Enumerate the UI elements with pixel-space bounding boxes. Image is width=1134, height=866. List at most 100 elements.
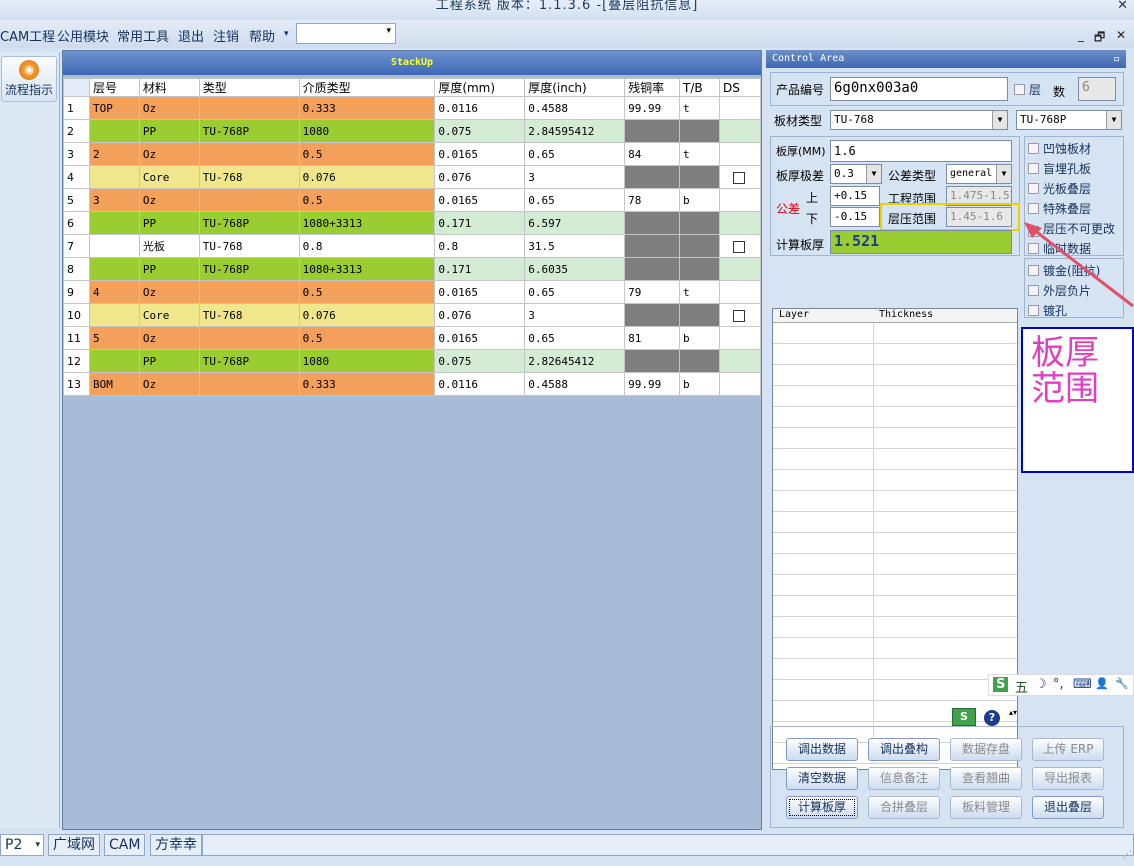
cell-ds[interactable] <box>718 326 762 350</box>
menu-help[interactable]: 帮助 <box>249 26 275 45</box>
cell-residual-copper[interactable]: 99.99 <box>624 96 681 120</box>
action-button-6[interactable]: 信息备注 <box>868 767 940 790</box>
row-number[interactable]: 4 <box>63 165 90 189</box>
cell-layer-no[interactable] <box>88 119 140 143</box>
cell-thickness-inch[interactable]: 2.84595412 <box>524 119 626 143</box>
cell-thickness-mm[interactable]: 0.076 <box>434 165 526 189</box>
cell-residual-copper[interactable] <box>624 234 681 258</box>
cell-top-bottom[interactable] <box>679 303 720 327</box>
layers-checkbox[interactable]: 层 <box>1014 81 1041 98</box>
cell-material[interactable]: Oz <box>138 326 200 350</box>
cell-top-bottom[interactable] <box>679 257 720 281</box>
layer-table-row[interactable] <box>773 470 1017 491</box>
cell-residual-copper[interactable]: 79 <box>624 280 681 304</box>
cell-top-bottom[interactable]: t <box>679 280 720 304</box>
layer-table-row[interactable] <box>773 554 1017 575</box>
layer-table-row[interactable] <box>773 533 1017 554</box>
product-number-input[interactable]: 6g0nx003a0 <box>830 77 1008 101</box>
cell-top-bottom[interactable] <box>679 211 720 235</box>
cell-top-bottom[interactable] <box>679 119 720 143</box>
cell-material[interactable]: PP <box>138 211 200 235</box>
row-number[interactable]: 8 <box>63 257 90 281</box>
layer-table-row[interactable] <box>773 449 1017 470</box>
row-number[interactable]: 7 <box>63 234 90 258</box>
cell-top-bottom[interactable]: t <box>679 96 720 120</box>
col-dielectric-type[interactable]: 介质类型 <box>298 78 436 97</box>
action-button-10[interactable]: 合拼叠层 <box>868 796 940 819</box>
cell-top-bottom[interactable]: b <box>679 372 720 396</box>
cell-thickness-mm[interactable]: 0.0165 <box>434 280 526 304</box>
cell-material[interactable]: 光板 <box>138 234 200 258</box>
checkbox-icon[interactable] <box>1028 203 1039 214</box>
table-row[interactable]: 8 PP TU-768P 1080+3313 0.171 6.6035 <box>63 257 762 281</box>
checkbox-icon[interactable] <box>1028 183 1039 194</box>
action-button-7[interactable]: 查看翘曲 <box>950 767 1022 790</box>
col-layer-no[interactable]: 层号 <box>88 78 140 97</box>
cell-material[interactable]: PP <box>138 349 200 373</box>
ime-logo-icon[interactable]: S <box>993 677 1009 692</box>
cell-layer-no[interactable] <box>88 303 140 327</box>
layer-table-row[interactable] <box>773 701 1017 722</box>
table-row[interactable]: 13 BOM Oz 0.333 0.0116 0.4588 99.99 b <box>63 372 762 396</box>
cell-thickness-inch[interactable]: 0.65 <box>524 142 626 166</box>
layer-table-row[interactable] <box>773 386 1017 407</box>
action-button-5[interactable]: 清空数据 <box>786 767 858 790</box>
lower-tolerance-input[interactable]: -0.15 <box>830 207 880 227</box>
cell-thickness-mm[interactable]: 0.076 <box>434 303 526 327</box>
cell-type[interactable]: TU-768P <box>198 257 300 281</box>
col-type[interactable]: 类型 <box>198 78 300 97</box>
help-dropdown-icon[interactable]: ▾ <box>284 29 289 39</box>
menu-logout[interactable]: 注销 <box>213 26 239 45</box>
cell-layer-no[interactable] <box>88 234 140 258</box>
cell-layer-no[interactable]: 3 <box>88 188 140 212</box>
layer-table-row[interactable] <box>773 638 1017 659</box>
cell-dielectric-type[interactable]: 1080+3313 <box>298 211 436 235</box>
material-type-select[interactable]: TU-768 ▼ <box>830 110 1008 130</box>
tab-wan[interactable]: 广域网 <box>48 834 100 856</box>
resize-grip-icon[interactable]: ⋰ <box>1123 850 1132 860</box>
cell-ds[interactable] <box>718 234 762 258</box>
cell-material[interactable]: PP <box>138 119 200 143</box>
menu-common-tools[interactable]: 常用工具 <box>117 26 169 45</box>
cell-layer-no[interactable]: TOP <box>88 96 140 120</box>
cell-type[interactable] <box>198 326 300 350</box>
material-type2-select[interactable]: TU-768P ▼ <box>1016 110 1122 130</box>
cell-dielectric-type[interactable]: 0.5 <box>298 326 436 350</box>
upper-tolerance-input[interactable]: +0.15 <box>830 186 880 206</box>
cell-residual-copper[interactable]: 78 <box>624 188 681 212</box>
cell-thickness-inch[interactable]: 3 <box>524 165 626 189</box>
pin-icon[interactable]: ▫ <box>1113 50 1120 68</box>
cell-residual-copper[interactable]: 99.99 <box>624 372 681 396</box>
app-s-icon[interactable]: S <box>952 708 976 726</box>
status-combo[interactable]: P2 ▾ <box>0 834 44 856</box>
cell-type[interactable]: TU-768 <box>198 234 300 258</box>
action-button-4[interactable]: 上传 ERP <box>1032 738 1104 761</box>
table-row[interactable]: 3 2 Oz 0.5 0.0165 0.65 84 t <box>63 142 762 166</box>
checkbox-icon[interactable] <box>1028 163 1039 174</box>
cell-layer-no[interactable]: 5 <box>88 326 140 350</box>
cell-ds[interactable] <box>718 257 762 281</box>
table-row[interactable]: 7 光板 TU-768 0.8 0.8 31.5 <box>63 234 762 258</box>
action-button-11[interactable]: 板料管理 <box>950 796 1022 819</box>
tab-user[interactable]: 方幸幸 <box>150 834 202 856</box>
tolerance-level-select[interactable]: 0.3 ▼ <box>830 164 882 184</box>
cell-ds[interactable] <box>718 372 762 396</box>
layer-table-row[interactable] <box>773 680 1017 701</box>
mdi-close-icon[interactable]: ✕ <box>1116 28 1126 42</box>
layer-count-input[interactable]: 6 <box>1078 77 1116 101</box>
menu-exit[interactable]: 退出 <box>178 26 204 45</box>
cell-top-bottom[interactable]: t <box>679 142 720 166</box>
layer-table-row[interactable] <box>773 428 1017 449</box>
action-button-2[interactable]: 调出叠构 <box>868 738 940 761</box>
cell-layer-no[interactable] <box>88 165 140 189</box>
layer-table-row[interactable] <box>773 575 1017 596</box>
cell-thickness-inch[interactable]: 0.65 <box>524 326 626 350</box>
cell-layer-no[interactable] <box>88 349 140 373</box>
layer-table-row[interactable] <box>773 407 1017 428</box>
col-residual-copper[interactable]: 残铜率 <box>624 78 681 97</box>
cell-top-bottom[interactable]: b <box>679 326 720 350</box>
cell-residual-copper[interactable] <box>624 349 681 373</box>
layer-table-row[interactable] <box>773 491 1017 512</box>
cell-type[interactable] <box>198 142 300 166</box>
table-row[interactable]: 1 TOP Oz 0.333 0.0116 0.4588 99.99 t <box>63 96 762 120</box>
